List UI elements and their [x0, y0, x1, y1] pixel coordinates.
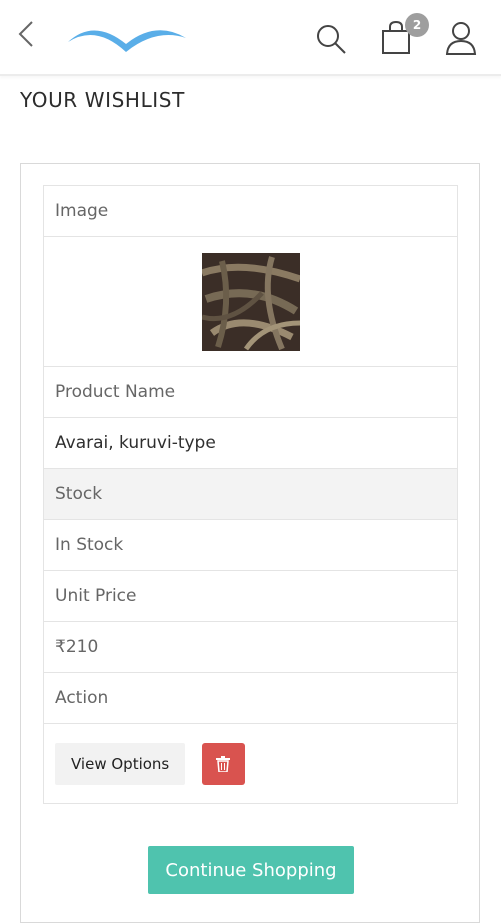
table-row: In Stock [43, 519, 458, 571]
table-row: Product Name [43, 366, 458, 418]
action-cell: View Options [43, 723, 458, 804]
chevron-left-icon[interactable] [14, 18, 38, 50]
wishlist-table: Image Product Name Avarai, kuruvi-type S… [43, 185, 458, 804]
page-title: YOUR WISHLIST [20, 88, 185, 112]
table-row: Avarai, kuruvi-type [43, 417, 458, 469]
product-image[interactable] [201, 252, 300, 351]
user-icon[interactable] [444, 20, 478, 56]
logo[interactable] [64, 16, 190, 56]
view-options-button[interactable]: View Options [55, 742, 186, 785]
product-image-cell [43, 236, 458, 367]
unit-price: ₹210 [43, 621, 458, 673]
product-name-label: Product Name [43, 366, 458, 418]
action-label: Action [43, 672, 458, 724]
cart-count-badge: 2 [405, 13, 429, 37]
table-row: ₹210 [43, 621, 458, 673]
trash-icon [215, 755, 230, 772]
search-icon[interactable] [314, 22, 348, 56]
table-row: Image [43, 185, 458, 237]
table-row: View Options [43, 723, 458, 804]
table-row: Stock [43, 468, 458, 520]
top-navigation-bar: 2 [0, 0, 501, 76]
unit-price-label: Unit Price [43, 570, 458, 622]
table-row [43, 236, 458, 367]
product-name[interactable]: Avarai, kuruvi-type [43, 417, 458, 469]
table-row: Unit Price [43, 570, 458, 622]
stock-status: In Stock [43, 519, 458, 571]
image-label: Image [43, 185, 458, 237]
continue-shopping-button[interactable]: Continue Shopping [148, 846, 354, 894]
table-row: Action [43, 672, 458, 724]
stock-label: Stock [43, 468, 458, 520]
delete-button[interactable] [201, 742, 245, 785]
